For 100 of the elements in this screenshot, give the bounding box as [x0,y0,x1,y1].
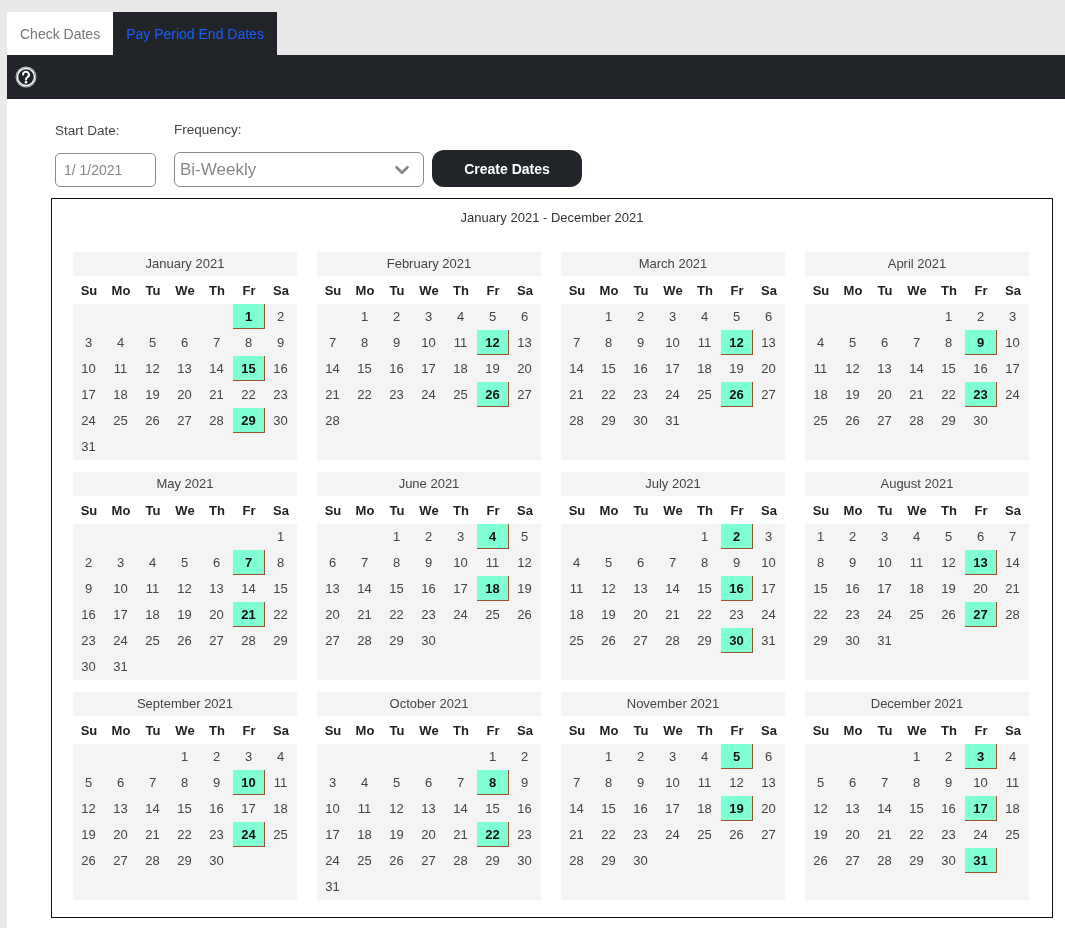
day-cell[interactable]: 7 [317,330,349,355]
day-cell[interactable]: 16 [721,576,753,601]
day-cell[interactable]: 15 [933,356,965,381]
day-cell[interactable]: 6 [413,770,445,795]
day-cell[interactable]: 2 [201,744,233,769]
day-cell[interactable]: 11 [105,356,137,381]
day-cell[interactable]: 4 [445,304,477,329]
day-cell[interactable]: 12 [837,356,869,381]
day-cell[interactable]: 13 [413,796,445,821]
day-cell[interactable]: 20 [837,822,869,847]
day-cell[interactable]: 7 [869,770,901,795]
day-cell[interactable]: 31 [105,654,137,679]
day-cell[interactable]: 2 [625,304,657,329]
day-cell[interactable]: 16 [381,356,413,381]
day-cell[interactable]: 3 [657,304,689,329]
day-cell[interactable]: 14 [561,796,593,821]
day-cell[interactable]: 11 [265,770,297,795]
day-cell[interactable]: 24 [753,602,785,627]
day-cell[interactable]: 10 [317,796,349,821]
day-cell[interactable]: 6 [105,770,137,795]
day-cell[interactable]: 11 [349,796,381,821]
day-cell[interactable]: 28 [657,628,689,653]
day-cell[interactable]: 17 [997,356,1029,381]
day-cell[interactable]: 14 [137,796,169,821]
day-cell[interactable]: 21 [657,602,689,627]
day-cell[interactable]: 28 [137,848,169,873]
day-cell[interactable]: 6 [317,550,349,575]
day-cell[interactable]: 28 [869,848,901,873]
day-cell[interactable]: 5 [169,550,201,575]
day-cell[interactable]: 16 [965,356,997,381]
day-cell[interactable]: 15 [349,356,381,381]
day-cell[interactable]: 4 [997,744,1029,769]
day-cell[interactable]: 2 [965,304,997,329]
day-cell[interactable]: 26 [837,408,869,433]
day-cell[interactable]: 11 [689,770,721,795]
day-cell[interactable]: 8 [169,770,201,795]
day-cell[interactable]: 25 [349,848,381,873]
day-cell[interactable]: 8 [901,770,933,795]
day-cell[interactable]: 11 [997,770,1029,795]
day-cell[interactable]: 25 [561,628,593,653]
day-cell[interactable]: 27 [317,628,349,653]
day-cell[interactable]: 1 [265,524,297,549]
day-cell[interactable]: 21 [349,602,381,627]
day-cell[interactable]: 10 [105,576,137,601]
day-cell[interactable]: 17 [73,382,105,407]
day-cell[interactable]: 13 [837,796,869,821]
day-cell[interactable]: 14 [233,576,265,601]
day-cell[interactable]: 6 [965,524,997,549]
day-cell[interactable]: 15 [593,356,625,381]
day-cell[interactable]: 5 [805,770,837,795]
day-cell[interactable]: 29 [805,628,837,653]
day-cell[interactable]: 13 [105,796,137,821]
day-cell[interactable]: 23 [73,628,105,653]
day-cell[interactable]: 30 [837,628,869,653]
day-cell[interactable]: 27 [105,848,137,873]
day-cell[interactable]: 12 [721,330,753,355]
day-cell[interactable]: 25 [445,382,477,407]
day-cell[interactable]: 21 [445,822,477,847]
tab[interactable]: Check Dates [7,12,114,55]
day-cell[interactable]: 2 [73,550,105,575]
day-cell[interactable]: 1 [901,744,933,769]
day-cell[interactable]: 2 [837,524,869,549]
day-cell[interactable]: 12 [593,576,625,601]
day-cell[interactable]: 10 [73,356,105,381]
day-cell[interactable]: 20 [201,602,233,627]
day-cell[interactable]: 8 [593,770,625,795]
day-cell[interactable]: 14 [997,550,1029,575]
day-cell[interactable]: 1 [689,524,721,549]
day-cell[interactable]: 7 [137,770,169,795]
day-cell[interactable]: 4 [689,304,721,329]
day-cell[interactable]: 21 [317,382,349,407]
day-cell[interactable]: 15 [901,796,933,821]
day-cell[interactable]: 19 [721,356,753,381]
day-cell[interactable]: 6 [509,304,541,329]
day-cell[interactable]: 5 [721,744,753,769]
day-cell[interactable]: 9 [625,770,657,795]
day-cell[interactable]: 22 [901,822,933,847]
day-cell[interactable]: 2 [721,524,753,549]
day-cell[interactable]: 23 [509,822,541,847]
day-cell[interactable]: 17 [233,796,265,821]
day-cell[interactable]: 1 [381,524,413,549]
day-cell[interactable]: 6 [753,744,785,769]
day-cell[interactable]: 13 [625,576,657,601]
day-cell[interactable]: 2 [381,304,413,329]
day-cell[interactable]: 27 [413,848,445,873]
day-cell[interactable]: 25 [105,408,137,433]
day-cell[interactable]: 22 [233,382,265,407]
day-cell[interactable]: 17 [657,356,689,381]
day-cell[interactable]: 27 [625,628,657,653]
day-cell[interactable]: 25 [477,602,509,627]
day-cell[interactable]: 4 [689,744,721,769]
day-cell[interactable]: 5 [73,770,105,795]
day-cell[interactable]: 24 [73,408,105,433]
day-cell[interactable]: 2 [265,304,297,329]
day-cell[interactable]: 23 [965,382,997,407]
day-cell[interactable]: 20 [625,602,657,627]
day-cell[interactable]: 30 [413,628,445,653]
day-cell[interactable]: 24 [997,382,1029,407]
day-cell[interactable]: 30 [509,848,541,873]
day-cell[interactable]: 14 [901,356,933,381]
